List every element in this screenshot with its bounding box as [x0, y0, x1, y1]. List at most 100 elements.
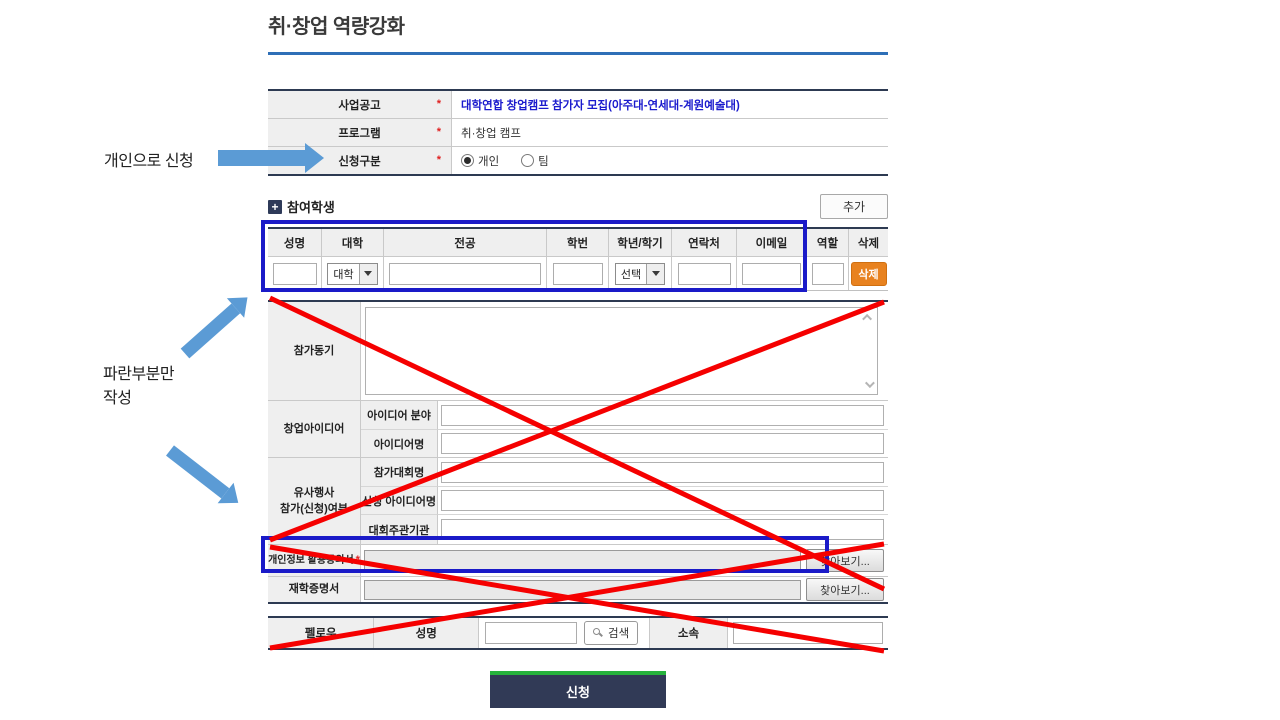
- year-semester-select[interactable]: 선택: [615, 263, 665, 285]
- enrollment-cert-row: 재학증명서 찾아보기...: [268, 576, 888, 602]
- plus-icon: +: [268, 200, 282, 214]
- submit-button[interactable]: 신청: [490, 671, 666, 708]
- idea-field-input[interactable]: [441, 405, 884, 426]
- scroll-up-arrow-icon[interactable]: [863, 312, 874, 323]
- col-header-delete: 삭제: [848, 229, 888, 256]
- enrollment-browse-button[interactable]: 찾아보기...: [806, 578, 884, 601]
- fellow-affiliation-zone: [728, 618, 888, 648]
- applied-idea-label: 신청 아이디어명: [361, 486, 438, 514]
- enrollment-cert-filecell: 찾아보기...: [361, 577, 888, 602]
- student-name-input[interactable]: [273, 263, 317, 285]
- search-icon: [593, 628, 604, 639]
- announcement-label-cell: 사업공고 *: [268, 91, 452, 118]
- info-row-apply-type: 신청구분 * 개인 팀: [268, 146, 888, 174]
- chevron-down-icon: [865, 378, 875, 388]
- fellow-label: 펠로우: [268, 618, 374, 648]
- email-cell: [736, 256, 806, 290]
- program-value-cell: 취·창업 캠프: [452, 119, 888, 146]
- student-email-input[interactable]: [742, 263, 801, 285]
- idea-name-content: [438, 429, 888, 457]
- major-cell: [383, 256, 546, 290]
- year-semester-select-value: 선택: [616, 264, 646, 284]
- similar-event-label: 유사행사 참가(신청)여부: [268, 458, 361, 544]
- student-input-row: 대학 선택 삭제: [268, 256, 888, 290]
- page-title: 취·창업 역량강화: [268, 10, 405, 39]
- similar-event-label-line2: 참가(신청)여부: [280, 501, 348, 518]
- required-asterisk: *: [356, 552, 360, 569]
- announcement-link[interactable]: 대학연합 창업캠프 참가자 모집(아주대-연세대-계원예술대): [461, 97, 740, 113]
- university-cell: 대학: [321, 256, 383, 290]
- idea-name-input[interactable]: [441, 433, 884, 454]
- col-header-email: 이메일: [736, 229, 806, 256]
- select-arrow-icon: [646, 264, 664, 284]
- radio-team[interactable]: [521, 154, 534, 167]
- note-fill-blue-line2: 작성: [103, 387, 174, 411]
- students-section-heading: + 참여학생: [268, 197, 335, 216]
- contest-name-content: [438, 458, 888, 486]
- contest-name-input[interactable]: [441, 462, 884, 483]
- radio-individual-label: 개인: [478, 153, 499, 169]
- select-arrow-icon: [359, 264, 377, 284]
- fellow-affiliation-input[interactable]: [733, 622, 883, 644]
- university-select[interactable]: 대학: [327, 263, 377, 285]
- scroll-down-arrow-icon[interactable]: [863, 379, 874, 390]
- privacy-consent-row: 개인정보 활용동의서 * 찾아보기...: [268, 544, 888, 576]
- student-id-input[interactable]: [553, 263, 603, 285]
- radio-individual[interactable]: [461, 154, 474, 167]
- detail-form-table: 참가동기 창업아이디어 아이디어 분야 아이디어명 유사행사 참가(신청)여부 …: [268, 300, 888, 604]
- page-canvas: 취·창업 역량강화 사업공고 * 대학연합 창업캠프 참가자 모집(아주대-연세…: [0, 0, 1280, 720]
- idea-field-content: [438, 401, 888, 429]
- applied-idea-input[interactable]: [441, 490, 884, 511]
- program-label: 프로그램: [338, 125, 380, 141]
- required-asterisk: *: [437, 126, 441, 138]
- chevron-down-icon: [364, 271, 372, 280]
- motivation-row: 참가동기: [268, 302, 888, 400]
- required-asterisk: *: [437, 98, 441, 110]
- arrow-down-right-icon: [162, 440, 247, 514]
- contact-cell: [671, 256, 736, 290]
- title-underline: [268, 52, 888, 55]
- privacy-consent-label-cell: 개인정보 활용동의서 *: [268, 545, 361, 576]
- arrow-head: [218, 483, 247, 513]
- student-role-input[interactable]: [812, 263, 844, 285]
- search-button-label: 검색: [608, 625, 629, 641]
- col-header-student-id: 학번: [546, 229, 608, 256]
- similar-event-label-line1: 유사행사: [294, 485, 334, 502]
- fellow-affiliation-label: 소속: [650, 618, 728, 648]
- fellow-name-input[interactable]: [485, 622, 577, 644]
- motivation-textarea[interactable]: [365, 307, 878, 395]
- col-header-role: 역할: [806, 229, 848, 256]
- col-header-name: 성명: [268, 229, 321, 256]
- note-fill-blue-line1: 파란부분만: [103, 363, 174, 387]
- role-cell: [806, 256, 848, 290]
- radio-team-label: 팀: [538, 153, 549, 169]
- contest-name-label: 참가대회명: [361, 458, 438, 486]
- privacy-consent-label: 개인정보 활용동의서: [268, 553, 354, 568]
- enrollment-cert-file-input[interactable]: [364, 580, 801, 600]
- privacy-browse-button[interactable]: 찾아보기...: [806, 549, 884, 572]
- delete-student-button[interactable]: 삭제: [851, 262, 887, 286]
- col-header-university: 대학: [321, 229, 383, 256]
- students-table: 성명 대학 전공 학번 학년/학기 연락처 이메일 역할 삭제 대학 선택: [268, 227, 888, 291]
- fellow-row: 펠로우 성명 검색 소속: [268, 618, 888, 648]
- fellow-search-button[interactable]: 검색: [584, 621, 638, 645]
- host-org-input[interactable]: [441, 519, 884, 540]
- applied-idea-content: [438, 486, 888, 514]
- info-row-announcement: 사업공고 * 대학연합 창업캠프 참가자 모집(아주대-연세대-계원예술대): [268, 91, 888, 118]
- announcement-value-cell: 대학연합 창업캠프 참가자 모집(아주대-연세대-계원예술대): [452, 91, 888, 118]
- motivation-content: [361, 302, 888, 400]
- privacy-consent-file-input[interactable]: [364, 550, 801, 572]
- col-header-contact: 연락처: [671, 229, 736, 256]
- fellow-name-label: 성명: [374, 618, 479, 648]
- required-asterisk: *: [437, 154, 441, 166]
- add-student-button[interactable]: 추가: [820, 194, 888, 219]
- student-contact-input[interactable]: [678, 263, 731, 285]
- col-header-major: 전공: [383, 229, 546, 256]
- host-org-content: [438, 514, 888, 544]
- note-fill-blue-only: 파란부분만 작성: [103, 363, 174, 411]
- fellow-table: 펠로우 성명 검색 소속: [268, 616, 888, 650]
- delete-cell: 삭제: [848, 256, 888, 290]
- chevron-up-icon: [862, 314, 872, 324]
- arrow-shaft: [166, 445, 229, 498]
- student-major-input[interactable]: [389, 263, 541, 285]
